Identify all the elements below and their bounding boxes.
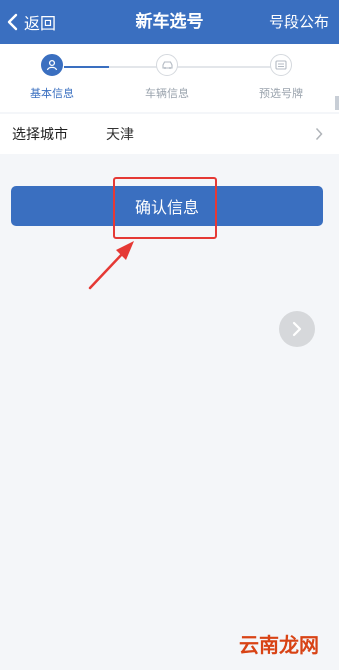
user-icon [41,54,63,76]
annotation-highlight-box [113,177,217,239]
next-arrow-button[interactable] [279,311,315,347]
top-nav-bar: 返回 新车选号 号段公布 [0,0,339,44]
city-label: 选择城市 [12,127,68,143]
step-vehicle-info[interactable]: 车辆信息 [127,54,207,101]
step-label: 车辆信息 [145,87,189,100]
scroll-edge-indicator [335,96,339,110]
step-label: 基本信息 [30,87,74,100]
city-value: 天津 [106,127,134,143]
watermark-logo: 云南龙网 [239,633,319,657]
chevron-right-icon [292,321,302,337]
step-preselect-plate[interactable]: 预选号牌 [241,54,321,101]
segment-announce-link[interactable]: 号段公布 [269,0,329,44]
progress-stepper: 基本信息 车辆信息 预选号牌 [0,44,339,112]
step-basic-info[interactable]: 基本信息 [12,54,92,101]
annotation-arrow-icon [88,241,134,290]
step-label: 预选号牌 [259,87,303,100]
chevron-right-icon [315,127,323,141]
car-icon [156,54,178,76]
plate-icon [270,54,292,76]
city-select-row[interactable]: 选择城市 天津 [0,114,339,154]
